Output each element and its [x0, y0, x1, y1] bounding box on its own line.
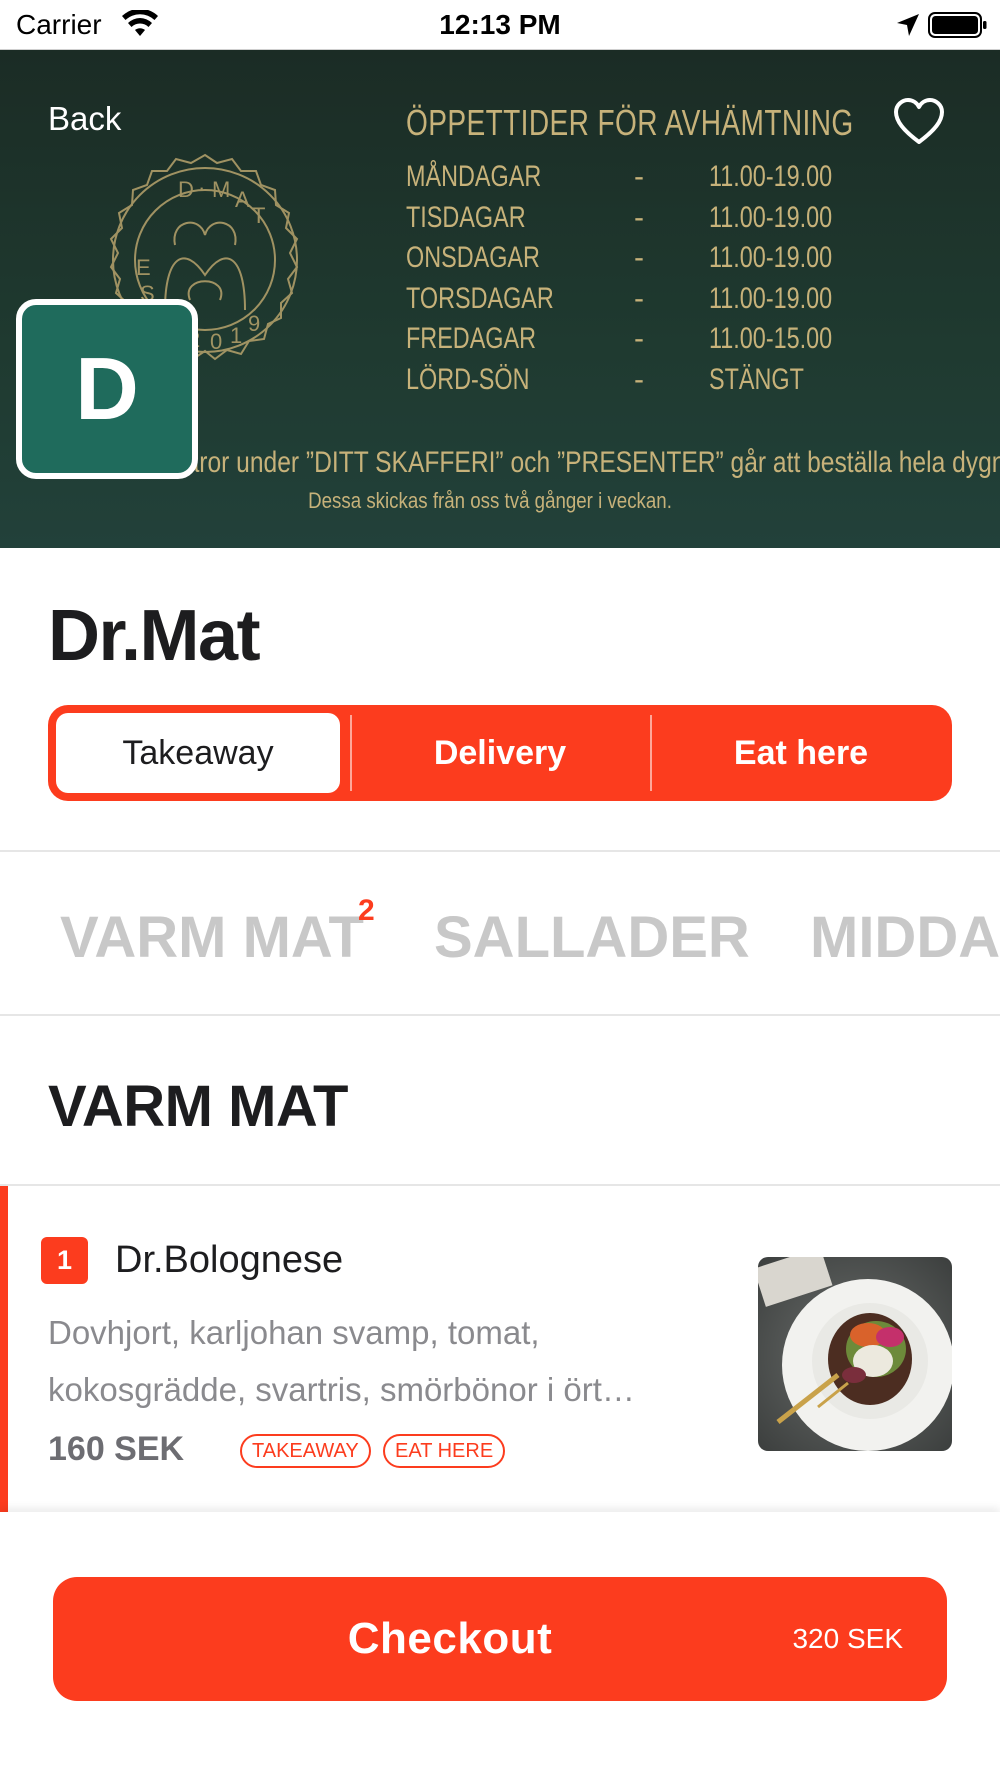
menu-item[interactable]: 1 Dr.Bolognese Dovhjort, karljohan svamp…: [0, 1186, 1000, 1512]
divider: [0, 1014, 1000, 1016]
status-bar: Carrier 12:13 PM: [0, 0, 1000, 50]
order-type-delivery[interactable]: Delivery: [350, 713, 650, 793]
order-type-selector: Takeaway Delivery Eat here: [48, 705, 952, 801]
hours-note: Varor under ”DITT SKAFFERI” och ”PRESENT…: [171, 446, 1000, 479]
item-photo: [758, 1257, 952, 1451]
svg-text:E: E: [136, 255, 151, 280]
hours-day: LÖRD-SÖN: [406, 362, 530, 396]
hours-time: 11.00-19.00: [709, 200, 833, 234]
hours-time: 11.00-19.00: [709, 241, 833, 274]
hours-row: TISDAGAR - 11.00-19.00: [406, 201, 866, 242]
tab-count-badge: 2: [358, 894, 375, 927]
hours-separator: -: [634, 281, 644, 315]
opening-hours-title: ÖPPETTIDER FÖR AVHÄMTNING: [406, 102, 854, 143]
hours-separator: -: [634, 362, 644, 396]
hours-day: TORSDAGAR: [406, 281, 554, 315]
hours-time: 11.00-19.00: [709, 160, 833, 193]
hours-subnote: Dessa skickas från oss två gånger i veck…: [308, 488, 672, 513]
hours-row: LÖRD-SÖN - STÄNGT: [406, 363, 866, 404]
tag-takeaway: TAKEAWAY: [240, 1434, 371, 1468]
clock: 12:13 PM: [439, 9, 561, 40]
tag-eat-here: EAT HERE: [383, 1434, 506, 1468]
svg-text:T: T: [252, 203, 265, 228]
item-name: Dr.Bolognese: [115, 1239, 344, 1281]
hours-day: MÅNDAGAR: [406, 160, 542, 193]
battery-icon: [928, 12, 987, 38]
hours-time: 11.00-19.00: [709, 281, 833, 315]
item-price: 160 SEK: [48, 1430, 185, 1468]
hours-separator: -: [634, 160, 644, 193]
order-type-eat-here[interactable]: Eat here: [650, 713, 952, 793]
hours-day: TISDAGAR: [406, 200, 526, 234]
section-heading: VARM MAT: [48, 1074, 348, 1139]
selected-indicator: [0, 1186, 8, 1512]
quantity-badge: 1: [41, 1237, 88, 1284]
order-type-takeaway[interactable]: Takeaway: [56, 713, 340, 793]
svg-text:9: 9: [248, 311, 260, 336]
svg-text:·: ·: [198, 175, 205, 200]
hours-row: MÅNDAGAR - 11.00-19.00: [406, 160, 866, 201]
item-description: Dovhjort, karljohan svamp, tomat, kokosg…: [48, 1314, 635, 1408]
checkout-footer: Checkout 320 SEK: [0, 1512, 1000, 1778]
page-title: Dr.Mat: [48, 596, 261, 676]
opening-hours-list: MÅNDAGAR - 11.00-19.00 TISDAGAR - 11.00-…: [406, 160, 866, 403]
category-tabs: VARM MAT 2 SALLADER MIDDAG: [0, 852, 1000, 1014]
svg-text:D: D: [178, 177, 194, 202]
avatar-letter: D: [75, 339, 139, 438]
hours-separator: -: [634, 322, 644, 355]
svg-text:A: A: [235, 187, 250, 212]
svg-text:M: M: [212, 177, 230, 202]
svg-text:0: 0: [210, 329, 222, 354]
hours-row: FREDAGAR - 11.00-15.00: [406, 322, 866, 363]
back-button[interactable]: Back: [48, 100, 121, 138]
restaurant-avatar: D: [16, 299, 198, 479]
tab-varm-mat[interactable]: VARM MAT: [60, 904, 364, 971]
hours-day: ONSDAGAR: [406, 241, 540, 274]
header-banner: D · M A T E S 2 0 1 9 Back ÖPPETTIDER FÖ…: [0, 50, 1000, 548]
hours-time: STÄNGT: [709, 362, 804, 396]
hours-separator: -: [634, 241, 644, 274]
hours-row: ONSDAGAR - 11.00-19.00: [406, 241, 866, 282]
checkout-total: 320 SEK: [792, 1623, 903, 1654]
tab-sallader[interactable]: SALLADER: [434, 904, 750, 971]
checkout-label: Checkout: [347, 1614, 553, 1663]
checkout-button[interactable]: Checkout 320 SEK: [53, 1577, 947, 1701]
hours-time: 11.00-15.00: [709, 322, 833, 355]
heart-icon[interactable]: [893, 98, 945, 146]
location-arrow-icon: [897, 14, 919, 36]
hours-row: TORSDAGAR - 11.00-19.00: [406, 282, 866, 323]
svg-text:1: 1: [230, 323, 242, 348]
tab-middag[interactable]: MIDDAG: [810, 904, 1000, 971]
hours-day: FREDAGAR: [406, 322, 537, 355]
hours-separator: -: [634, 200, 644, 234]
